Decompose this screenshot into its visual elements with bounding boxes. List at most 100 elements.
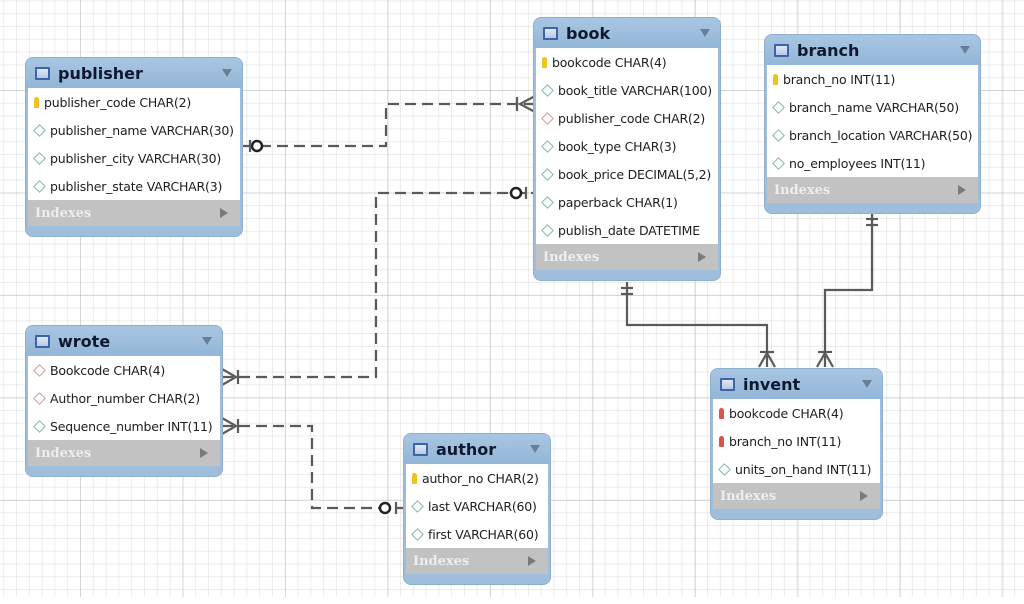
attribute-diamond-icon <box>772 156 785 170</box>
column-row[interactable]: publisher_name VARCHAR(30) <box>28 116 240 144</box>
table-wrote[interactable]: wrote Bookcode CHAR(4) Author_number CHA… <box>26 326 222 476</box>
collapse-caret-icon[interactable] <box>202 337 212 345</box>
column-label: branch_location VARCHAR(50) <box>789 127 973 143</box>
column-list: bookcode CHAR(4) branch_no INT(11) units… <box>713 399 880 483</box>
column-row[interactable]: bookcode CHAR(4) <box>713 399 880 427</box>
table-header[interactable]: publisher <box>26 58 242 88</box>
column-label: bookcode CHAR(4) <box>552 54 667 70</box>
column-row[interactable]: branch_no INT(11) <box>767 65 978 93</box>
column-label: publisher_code CHAR(2) <box>44 94 192 110</box>
column-list: author_no CHAR(2) last VARCHAR(60) first… <box>406 464 548 548</box>
rel-branch-invent[interactable] <box>816 213 878 368</box>
column-row[interactable]: publisher_city VARCHAR(30) <box>28 144 240 172</box>
foreign-key-diamond-icon <box>33 363 46 377</box>
expand-arrow-icon[interactable] <box>698 252 706 262</box>
attribute-diamond-icon <box>772 100 785 114</box>
column-label: paperback CHAR(1) <box>558 194 678 210</box>
column-label: publish_date DATETIME <box>558 222 700 238</box>
primary-foreign-key-icon <box>719 407 724 419</box>
column-label: branch_name VARCHAR(50) <box>789 99 959 115</box>
indexes-label: Indexes <box>35 205 92 221</box>
indexes-bar[interactable]: Indexes <box>767 177 978 203</box>
indexes-bar[interactable]: Indexes <box>28 440 220 466</box>
column-label: author_no CHAR(2) <box>422 470 539 486</box>
expand-arrow-icon[interactable] <box>220 208 228 218</box>
table-author[interactable]: author author_no CHAR(2) last VARCHAR(60… <box>404 434 550 584</box>
column-label: Bookcode CHAR(4) <box>50 362 166 378</box>
column-row[interactable]: book_title VARCHAR(100) <box>536 76 718 104</box>
rel-wrote-book[interactable] <box>221 186 533 386</box>
table-header[interactable]: branch <box>765 35 980 65</box>
table-header[interactable]: book <box>534 18 720 48</box>
rel-wrote-author[interactable] <box>221 417 404 515</box>
attribute-diamond-icon <box>541 195 554 209</box>
column-row[interactable]: book_type CHAR(3) <box>536 132 718 160</box>
collapse-caret-icon[interactable] <box>530 445 540 453</box>
column-row[interactable]: author_no CHAR(2) <box>406 464 548 492</box>
rel-publisher-book[interactable] <box>243 95 536 153</box>
collapse-caret-icon[interactable] <box>222 69 232 77</box>
table-header[interactable]: wrote <box>26 326 222 356</box>
attribute-diamond-icon <box>541 167 554 181</box>
column-row[interactable]: publisher_state VARCHAR(3) <box>28 172 240 200</box>
column-row[interactable]: Bookcode CHAR(4) <box>28 356 220 384</box>
column-row[interactable]: branch_location VARCHAR(50) <box>767 121 978 149</box>
column-row[interactable]: book_price DECIMAL(5,2) <box>536 160 718 188</box>
table-header[interactable]: invent <box>711 369 882 399</box>
column-label: bookcode CHAR(4) <box>729 405 844 421</box>
rel-book-invent[interactable] <box>621 282 776 368</box>
table-icon <box>543 26 558 40</box>
column-row[interactable]: publish_date DATETIME <box>536 216 718 244</box>
indexes-bar[interactable]: Indexes <box>536 244 718 270</box>
column-row[interactable]: Author_number CHAR(2) <box>28 384 220 412</box>
foreign-key-diamond-icon <box>33 391 46 405</box>
column-list: bookcode CHAR(4) book_title VARCHAR(100)… <box>536 48 718 244</box>
expand-arrow-icon[interactable] <box>200 448 208 458</box>
column-row[interactable]: branch_no INT(11) <box>713 427 880 455</box>
column-label: book_type CHAR(3) <box>558 138 677 154</box>
expand-arrow-icon[interactable] <box>528 556 536 566</box>
column-row[interactable]: publisher_code CHAR(2) <box>28 88 240 116</box>
column-label: book_title VARCHAR(100) <box>558 82 712 98</box>
column-label: publisher_state VARCHAR(3) <box>50 178 223 194</box>
table-book[interactable]: book bookcode CHAR(4) book_title VARCHAR… <box>534 18 720 280</box>
collapse-caret-icon[interactable] <box>862 380 872 388</box>
table-publisher[interactable]: publisher publisher_code CHAR(2) publish… <box>26 58 242 236</box>
indexes-bar[interactable]: Indexes <box>28 200 240 226</box>
indexes-label: Indexes <box>774 182 831 198</box>
indexes-bar[interactable]: Indexes <box>713 483 880 509</box>
indexes-label: Indexes <box>413 553 470 569</box>
column-row[interactable]: publisher_code CHAR(2) <box>536 104 718 132</box>
expand-arrow-icon[interactable] <box>860 491 868 501</box>
table-branch[interactable]: branch branch_no INT(11) branch_name VAR… <box>765 35 980 213</box>
indexes-label: Indexes <box>35 445 92 461</box>
attribute-diamond-icon <box>411 527 424 541</box>
table-header[interactable]: author <box>404 434 550 464</box>
collapse-caret-icon[interactable] <box>960 46 970 54</box>
primary-foreign-key-icon <box>719 435 724 447</box>
column-row[interactable]: last VARCHAR(60) <box>406 492 548 520</box>
table-title: book <box>566 23 611 43</box>
indexes-bar[interactable]: Indexes <box>406 548 548 574</box>
column-row[interactable]: no_employees INT(11) <box>767 149 978 177</box>
attribute-diamond-icon <box>33 123 46 137</box>
attribute-diamond-icon <box>772 128 785 142</box>
collapse-caret-icon[interactable] <box>700 29 710 37</box>
expand-arrow-icon[interactable] <box>958 185 966 195</box>
attribute-diamond-icon <box>411 499 424 513</box>
table-invent[interactable]: invent bookcode CHAR(4) branch_no INT(11… <box>711 369 882 519</box>
column-row[interactable]: Sequence_number INT(11) <box>28 412 220 440</box>
column-row[interactable]: first VARCHAR(60) <box>406 520 548 548</box>
column-label: no_employees INT(11) <box>789 155 926 171</box>
attribute-diamond-icon <box>33 419 46 433</box>
indexes-label: Indexes <box>720 488 777 504</box>
column-row[interactable]: branch_name VARCHAR(50) <box>767 93 978 121</box>
column-row[interactable]: paperback CHAR(1) <box>536 188 718 216</box>
column-row[interactable]: bookcode CHAR(4) <box>536 48 718 76</box>
table-icon <box>35 334 50 348</box>
table-icon <box>720 377 735 391</box>
column-label: publisher_name VARCHAR(30) <box>50 122 234 138</box>
column-row[interactable]: units_on_hand INT(11) <box>713 455 880 483</box>
table-title: invent <box>743 374 801 394</box>
column-list: publisher_code CHAR(2) publisher_name VA… <box>28 88 240 200</box>
